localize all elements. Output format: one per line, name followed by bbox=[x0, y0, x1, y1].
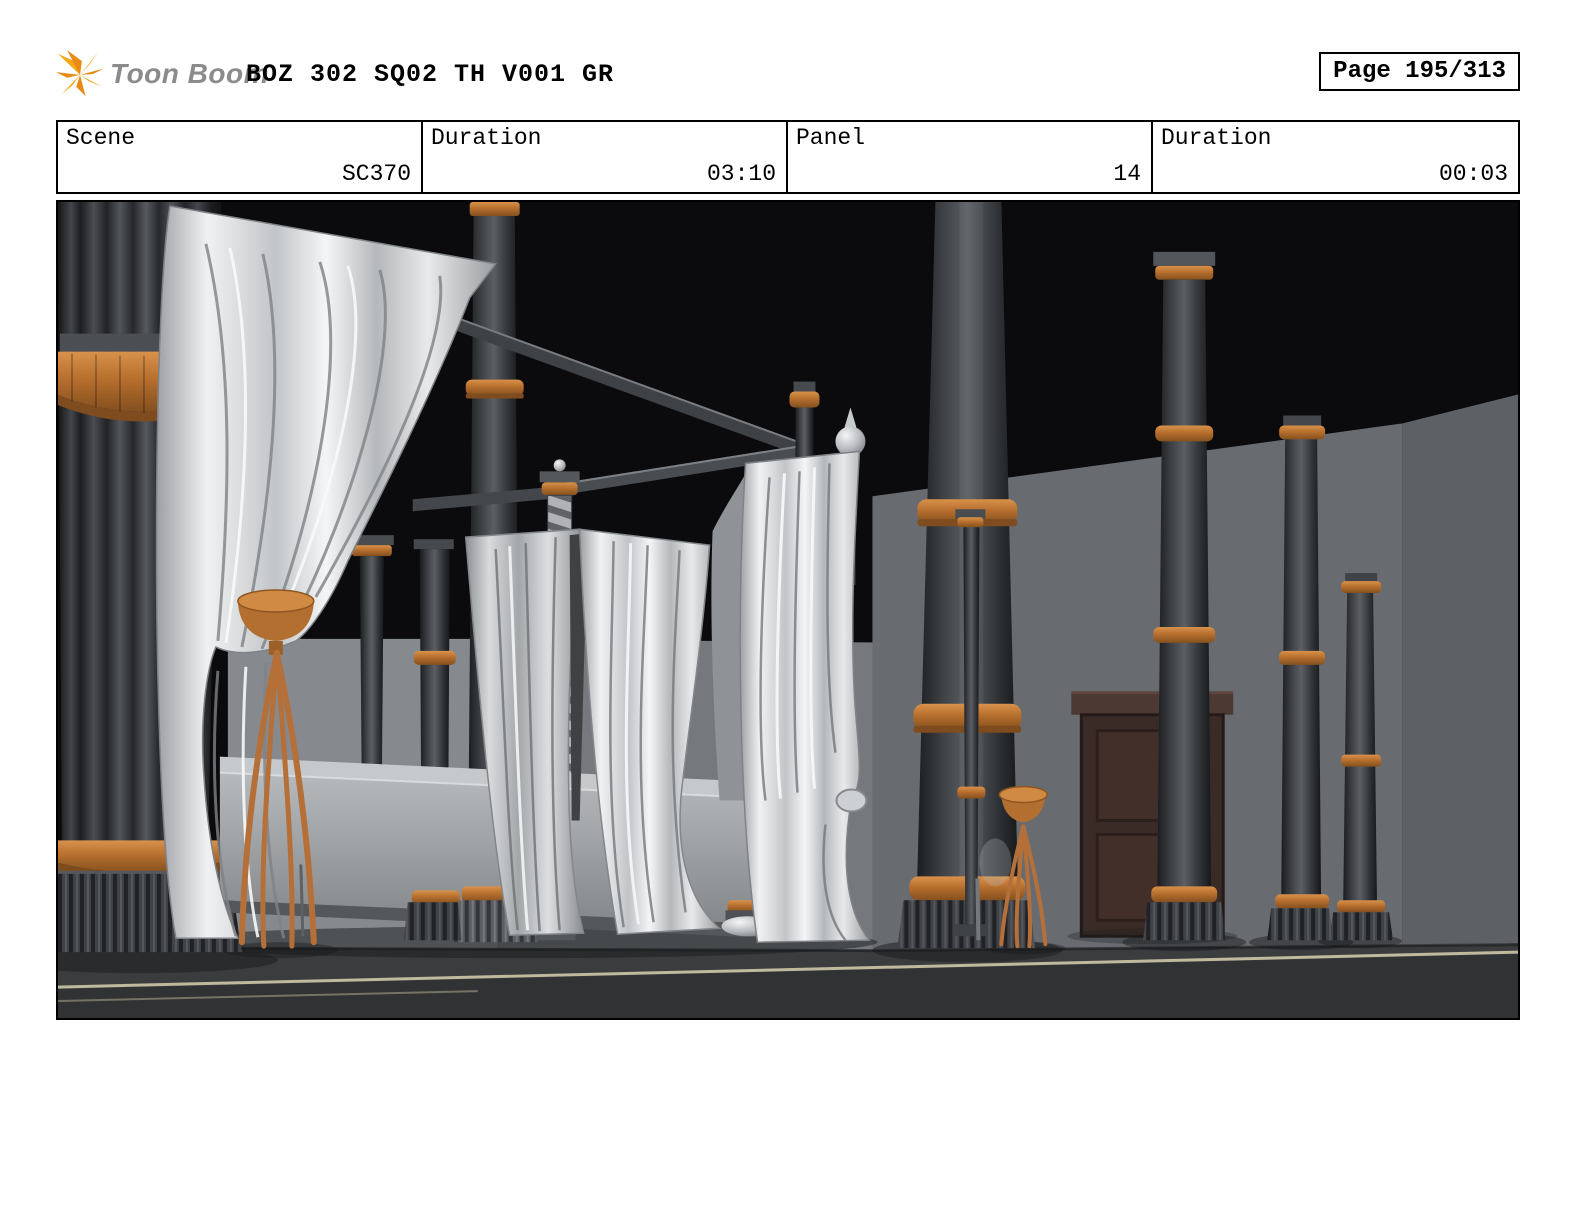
panel-cell: Panel 14 bbox=[788, 122, 1153, 192]
info-table: Scene SC370 Duration 03:10 Panel 14 Dura… bbox=[56, 120, 1520, 194]
panel-label: Panel bbox=[796, 125, 865, 151]
storyboard-page: Toon Boom BOZ 302 SQ02 TH V001 GR Page 1… bbox=[0, 0, 1584, 1224]
scene-duration-value: 03:10 bbox=[707, 161, 776, 187]
storyboard-panel-image bbox=[56, 200, 1520, 1020]
panel-value: 14 bbox=[1113, 161, 1141, 187]
scene-duration-label: Duration bbox=[431, 125, 541, 151]
panel-duration-label: Duration bbox=[1161, 125, 1271, 151]
panel-duration-value: 00:03 bbox=[1439, 161, 1508, 187]
scene-label: Scene bbox=[66, 125, 135, 151]
toonboom-logo: Toon Boom bbox=[56, 50, 269, 98]
panel-duration-cell: Duration 00:03 bbox=[1153, 122, 1518, 192]
scene-value: SC370 bbox=[342, 161, 411, 187]
scene-cell: Scene SC370 bbox=[58, 122, 423, 192]
page-indicator: Page 195/313 bbox=[1319, 52, 1520, 91]
panel-scene-render bbox=[58, 202, 1518, 1018]
scene-duration-cell: Duration 03:10 bbox=[423, 122, 788, 192]
header: Toon Boom BOZ 302 SQ02 TH V001 GR Page 1… bbox=[56, 50, 1520, 104]
document-title: BOZ 302 SQ02 TH V001 GR bbox=[246, 60, 614, 89]
toonboom-burst-icon bbox=[56, 50, 104, 98]
